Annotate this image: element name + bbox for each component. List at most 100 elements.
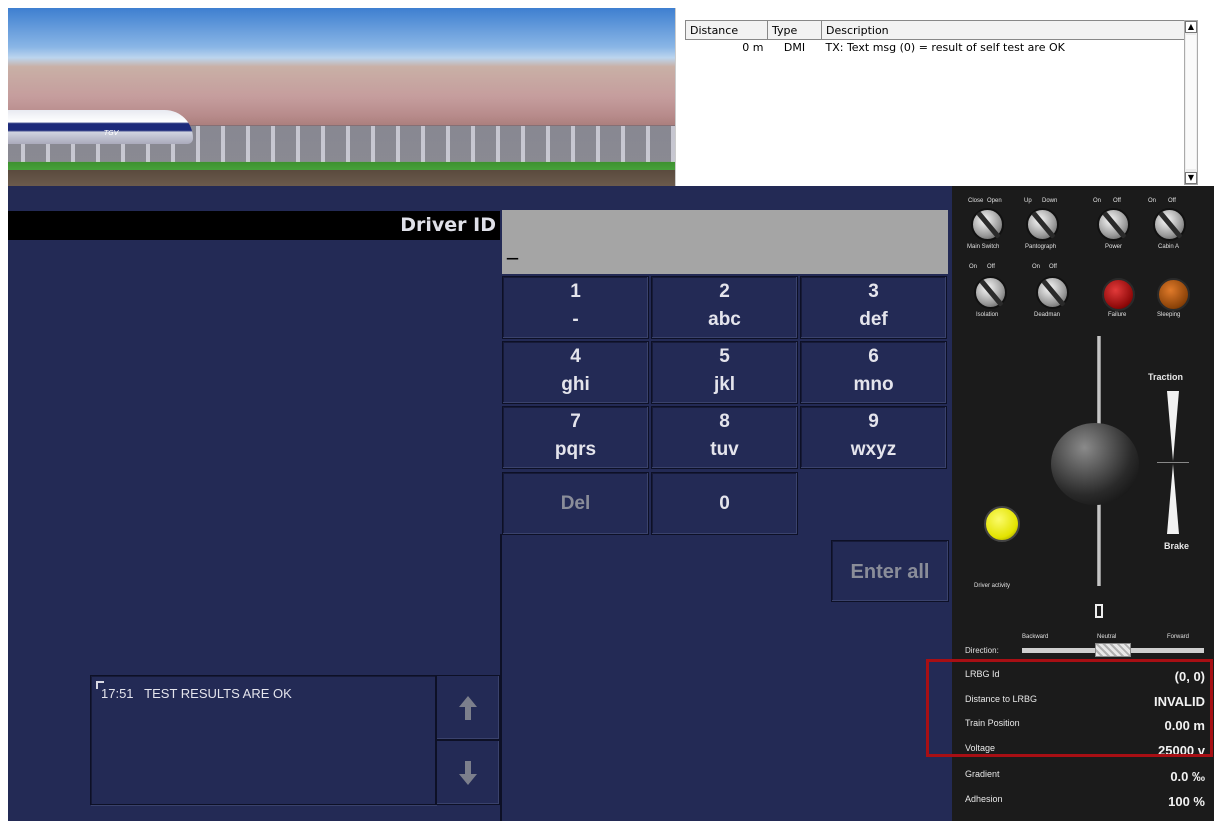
main-switch-knob[interactable]	[971, 208, 1004, 241]
event-log-table: Distance Type Description 0 m DMI TX: Te…	[685, 20, 1190, 56]
cabin-a-knob[interactable]	[1153, 208, 1186, 241]
delete-button[interactable]: Del	[502, 472, 649, 535]
key-letters: ghi	[561, 374, 590, 395]
traction-label: Traction	[1148, 372, 1184, 382]
switch-position-label: Off	[1168, 198, 1176, 204]
key-number: 5	[719, 346, 730, 367]
direction-indicator	[1095, 604, 1103, 618]
key-9[interactable]: 9 wxyz	[800, 406, 947, 469]
sleeping-lamp	[1157, 278, 1190, 311]
key-3[interactable]: 3 def	[800, 276, 947, 339]
arrow-up-icon	[459, 696, 477, 720]
direction-label: Direction:	[965, 646, 999, 655]
switch-position-label: Open	[987, 198, 1002, 204]
column-header-distance[interactable]: Distance	[685, 20, 768, 40]
info-label: Adhesion	[965, 794, 1003, 804]
message-text: 17:51 TEST RESULTS ARE OK	[101, 686, 292, 701]
switch-position-label: Close	[968, 198, 984, 204]
column-header-description[interactable]: Description	[821, 20, 1190, 40]
arrow-down-icon	[459, 761, 477, 785]
event-log-scrollbar[interactable]: ▲ ▼	[1184, 20, 1198, 185]
log-distance-cell: 0 m	[742, 41, 764, 55]
page-title: Driver ID	[8, 211, 500, 240]
train-logo-label: TGV	[104, 129, 119, 137]
lever-zero-line	[1157, 462, 1189, 463]
isolation-knob[interactable]	[974, 276, 1007, 309]
switch-position-label: Down	[1042, 198, 1058, 204]
switch-label: Main Switch	[967, 244, 1000, 250]
info-row-adhesion: Adhesion 100 %	[965, 794, 1205, 814]
enter-all-button[interactable]: Enter all	[831, 540, 949, 602]
key-letters: wxyz	[850, 439, 897, 460]
dmi-screen: Driver ID _ 1- 2 abc 3 def 4 ghi 5 jkl 6 mno …	[8, 186, 952, 821]
key-number: 7	[570, 411, 581, 432]
key-0[interactable]: 0	[651, 472, 798, 535]
key-6[interactable]: 6 mno	[800, 341, 947, 404]
traction-brake-lever[interactable]	[1051, 423, 1139, 505]
driver-activity-button[interactable]	[984, 506, 1020, 542]
direction-backward-label: Backward	[1022, 634, 1049, 640]
key-8[interactable]: 8 tuv	[651, 406, 798, 469]
key-1[interactable]: 1-	[502, 276, 649, 339]
switch-position-label: On	[1032, 264, 1041, 270]
key-letters: pqrs	[554, 439, 597, 460]
key-number: 3	[868, 281, 879, 302]
key-number: 2	[719, 281, 730, 302]
log-type-cell: DMI	[783, 41, 806, 55]
driver-id-input[interactable]: _	[502, 210, 948, 274]
message-scroll-down-button[interactable]	[436, 740, 500, 805]
direction-slider[interactable]	[1095, 643, 1131, 657]
divider	[500, 534, 502, 821]
scroll-down-icon[interactable]: ▼	[1185, 172, 1197, 184]
deadman-knob[interactable]	[1036, 276, 1069, 309]
key-letters: abc	[708, 309, 741, 330]
key-number: 6	[868, 346, 879, 367]
lamp-label: Sleeping	[1157, 312, 1181, 318]
key-2[interactable]: 2 abc	[651, 276, 798, 339]
brake-indicator	[1167, 464, 1179, 534]
direction-neutral-label: Neutral	[1097, 634, 1117, 640]
column-header-type[interactable]: Type	[767, 20, 822, 40]
scroll-up-icon[interactable]: ▲	[1185, 21, 1197, 33]
switch-label: Pantograph	[1025, 244, 1057, 250]
event-log-header-row: Distance Type Description	[685, 20, 1190, 40]
switch-label: Power	[1105, 244, 1123, 250]
key-7[interactable]: 7 pqrs	[502, 406, 649, 469]
switch-label: Deadman	[1034, 312, 1061, 318]
traction-indicator	[1167, 391, 1179, 461]
switch-position-label: On	[969, 264, 978, 270]
switch-position-label: On	[1093, 198, 1102, 204]
key-number: 9	[868, 411, 879, 432]
key-number: 8	[719, 411, 730, 432]
key-letters: mno	[853, 374, 894, 395]
key-letters: def	[859, 309, 888, 330]
key-letters: jkl	[713, 374, 736, 395]
failure-lamp	[1102, 278, 1135, 311]
switch-position-label: Off	[1113, 198, 1121, 204]
switch-position-label: Off	[987, 264, 995, 270]
message-body: TEST RESULTS ARE OK	[144, 686, 292, 701]
direction-forward-label: Forward	[1167, 634, 1190, 640]
scroll-track[interactable]	[1186, 35, 1196, 169]
key-5[interactable]: 5 jkl	[651, 341, 798, 404]
switch-position-label: On	[1148, 198, 1157, 204]
key-4[interactable]: 4 ghi	[502, 341, 649, 404]
pantograph-knob[interactable]	[1026, 208, 1059, 241]
key-letters: tuv	[710, 439, 739, 460]
train-scene-view: TGV	[8, 8, 675, 186]
info-row-gradient: Gradient 0.0 ‰	[965, 769, 1205, 789]
key-number: 1	[570, 281, 581, 302]
driver-activity-label: Driver activity	[974, 583, 1011, 589]
brake-label: Brake	[1164, 541, 1190, 551]
message-time: 17:51	[101, 686, 134, 701]
info-value: 100 %	[1168, 794, 1205, 809]
switch-position-label: Off	[1049, 264, 1057, 270]
train-image	[8, 110, 193, 144]
message-scroll-up-button[interactable]	[436, 675, 500, 740]
power-knob[interactable]	[1097, 208, 1130, 241]
switch-label: Isolation	[976, 312, 999, 318]
message-area: 17:51 TEST RESULTS ARE OK	[90, 675, 436, 805]
event-log-row[interactable]: 0 m DMI TX: Text msg (0) = result of sel…	[686, 40, 1190, 56]
info-label: Gradient	[965, 769, 1000, 779]
key-letters: -	[572, 309, 579, 330]
